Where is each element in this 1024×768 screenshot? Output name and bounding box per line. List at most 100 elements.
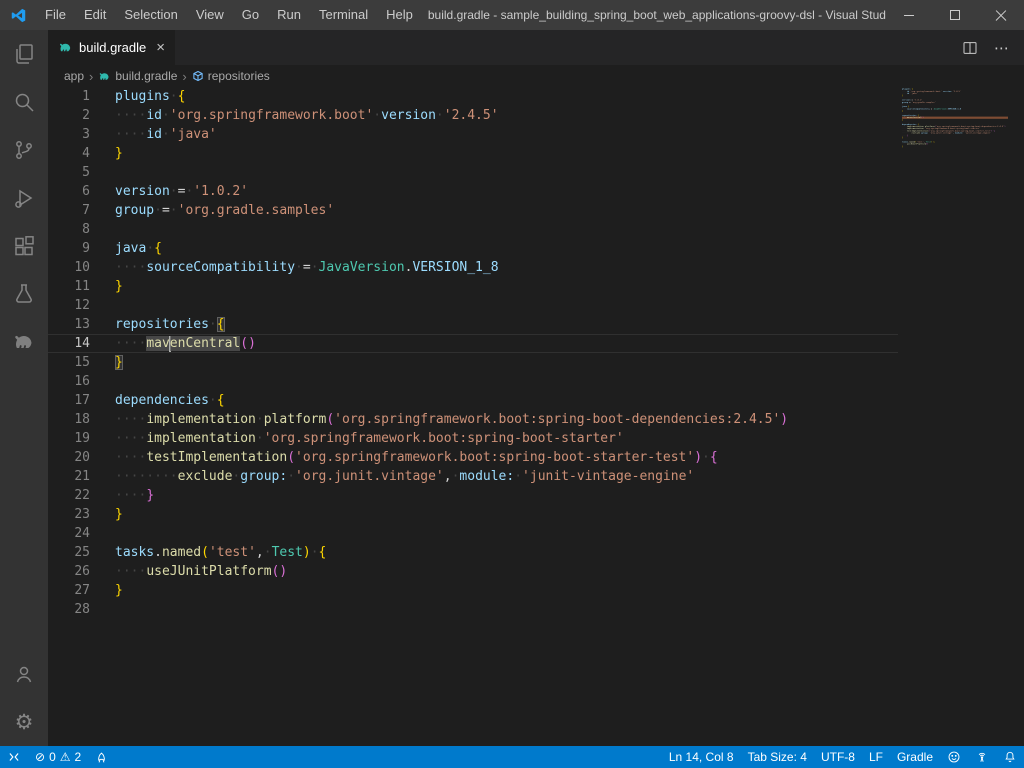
menu-file[interactable]: File (36, 0, 75, 30)
code-line[interactable]: 1plugins·{ (48, 87, 898, 106)
menu-view[interactable]: View (187, 0, 233, 30)
gradle-icon[interactable] (0, 318, 48, 366)
breadcrumb-build-gradle[interactable]: build.gradle (98, 69, 177, 83)
line-number[interactable]: 18 (48, 410, 90, 429)
line-number[interactable]: 5 (48, 163, 90, 182)
search-icon[interactable] (0, 78, 48, 126)
menu-go[interactable]: Go (233, 0, 268, 30)
code-line[interactable]: 8 (48, 220, 898, 239)
line-number[interactable]: 10 (48, 258, 90, 277)
code-line[interactable]: 27} (48, 581, 898, 600)
settings-gear-icon[interactable]: ⚙ (0, 698, 48, 746)
testing-icon[interactable] (0, 270, 48, 318)
menu-edit[interactable]: Edit (75, 0, 115, 30)
line-number[interactable]: 23 (48, 505, 90, 524)
indentation[interactable]: Tab Size: 4 (741, 746, 814, 768)
menu-selection[interactable]: Selection (115, 0, 186, 30)
more-actions-icon[interactable]: ⋯ (994, 39, 1010, 57)
window-controls (886, 0, 1024, 30)
code-line[interactable]: 22····} (48, 486, 898, 505)
code-line[interactable]: 24 (48, 524, 898, 543)
code-line[interactable]: 10····sourceCompatibility·=·JavaVersion.… (48, 258, 898, 277)
broadcast-button[interactable] (968, 746, 996, 768)
source-control-icon[interactable] (0, 126, 48, 174)
gradle-task-button[interactable] (88, 746, 115, 768)
code-line[interactable]: 9java·{ (48, 239, 898, 258)
code-line[interactable]: 19····implementation·'org.springframewor… (48, 429, 898, 448)
line-number[interactable]: 17 (48, 391, 90, 410)
line-number[interactable]: 16 (48, 372, 90, 391)
line-number[interactable]: 2 (48, 106, 90, 125)
code-line[interactable]: 3····id·'java' (48, 125, 898, 144)
line-number[interactable]: 11 (48, 277, 90, 296)
accounts-icon[interactable] (0, 650, 48, 698)
tab-close-icon[interactable]: × (156, 40, 165, 55)
code-line[interactable]: 4} (48, 144, 898, 163)
eol-sequence[interactable]: LF (862, 746, 890, 768)
chevron-right-icon: › (89, 69, 93, 84)
tab-build-gradle[interactable]: build.gradle × (48, 30, 175, 65)
line-number[interactable]: 3 (48, 125, 90, 144)
line-number[interactable]: 14 (48, 334, 90, 353)
code-line[interactable]: 7group·=·'org.gradle.samples' (48, 201, 898, 220)
problems-indicator[interactable]: ⊘ 0 ⚠ 2 (28, 746, 88, 768)
line-number[interactable]: 6 (48, 182, 90, 201)
code-line[interactable]: 25tasks.named('test',·Test)·{ (48, 543, 898, 562)
line-number[interactable]: 22 (48, 486, 90, 505)
code-line[interactable]: 18····implementation·platform('org.sprin… (48, 410, 898, 429)
line-number[interactable]: 28 (48, 600, 90, 619)
line-number[interactable]: 27 (48, 581, 90, 600)
line-number[interactable]: 8 (48, 220, 90, 239)
code-line[interactable]: 21········exclude·group:·'org.junit.vint… (48, 467, 898, 486)
line-number[interactable]: 9 (48, 239, 90, 258)
remote-indicator[interactable] (0, 746, 28, 768)
line-number[interactable]: 13 (48, 315, 90, 334)
line-number[interactable]: 21 (48, 467, 90, 486)
code-line[interactable]: 26····useJUnitPlatform() (48, 562, 898, 581)
menu-run[interactable]: Run (268, 0, 310, 30)
line-number[interactable]: 1 (48, 87, 90, 106)
minimap[interactable]: plugins·{····id·'org.springframework.boo… (902, 88, 1008, 238)
code-line[interactable]: 2····id·'org.springframework.boot'·versi… (48, 106, 898, 125)
gradle-file-icon (58, 40, 73, 55)
notifications-button[interactable] (996, 746, 1024, 768)
line-number[interactable]: 25 (48, 543, 90, 562)
menu-terminal[interactable]: Terminal (310, 0, 377, 30)
code-line[interactable]: 15} (48, 353, 898, 372)
line-number[interactable]: 20 (48, 448, 90, 467)
code-line[interactable]: 16 (48, 372, 898, 391)
code-line[interactable]: 6version·=·'1.0.2' (48, 182, 898, 201)
encoding[interactable]: UTF-8 (814, 746, 862, 768)
menu-help[interactable]: Help (377, 0, 422, 30)
vscode-logo-icon (0, 7, 36, 24)
code-line[interactable]: 28 (48, 600, 898, 619)
feedback-button[interactable] (940, 746, 968, 768)
line-number[interactable]: 26 (48, 562, 90, 581)
line-number[interactable]: 7 (48, 201, 90, 220)
line-number[interactable]: 4 (48, 144, 90, 163)
language-mode[interactable]: Gradle (890, 746, 940, 768)
minimize-button[interactable] (886, 0, 932, 30)
code-line[interactable]: 12 (48, 296, 898, 315)
breadcrumb-app[interactable]: app (64, 69, 84, 83)
line-number[interactable]: 19 (48, 429, 90, 448)
code-line[interactable]: 23} (48, 505, 898, 524)
breadcrumb-repositories[interactable]: repositories (192, 69, 270, 83)
code-line[interactable]: 17dependencies·{ (48, 391, 898, 410)
code-line[interactable]: 14····mavenCentral() (48, 334, 898, 353)
line-number[interactable]: 24 (48, 524, 90, 543)
close-window-button[interactable] (978, 0, 1024, 30)
extensions-icon[interactable] (0, 222, 48, 270)
code-line[interactable]: 11} (48, 277, 898, 296)
line-number[interactable]: 12 (48, 296, 90, 315)
line-number[interactable]: 15 (48, 353, 90, 372)
split-editor-icon[interactable] (962, 40, 978, 56)
cursor-position[interactable]: Ln 14, Col 8 (662, 746, 741, 768)
maximize-button[interactable] (932, 0, 978, 30)
code-line[interactable]: 20····testImplementation('org.springfram… (48, 448, 898, 467)
run-and-debug-icon[interactable] (0, 174, 48, 222)
explorer-icon[interactable] (0, 30, 48, 78)
code-line[interactable]: 13repositories·{ (48, 315, 898, 334)
code-line[interactable]: 5 (48, 163, 898, 182)
code-editor[interactable]: 1plugins·{2····id·'org.springframework.b… (48, 87, 1024, 746)
